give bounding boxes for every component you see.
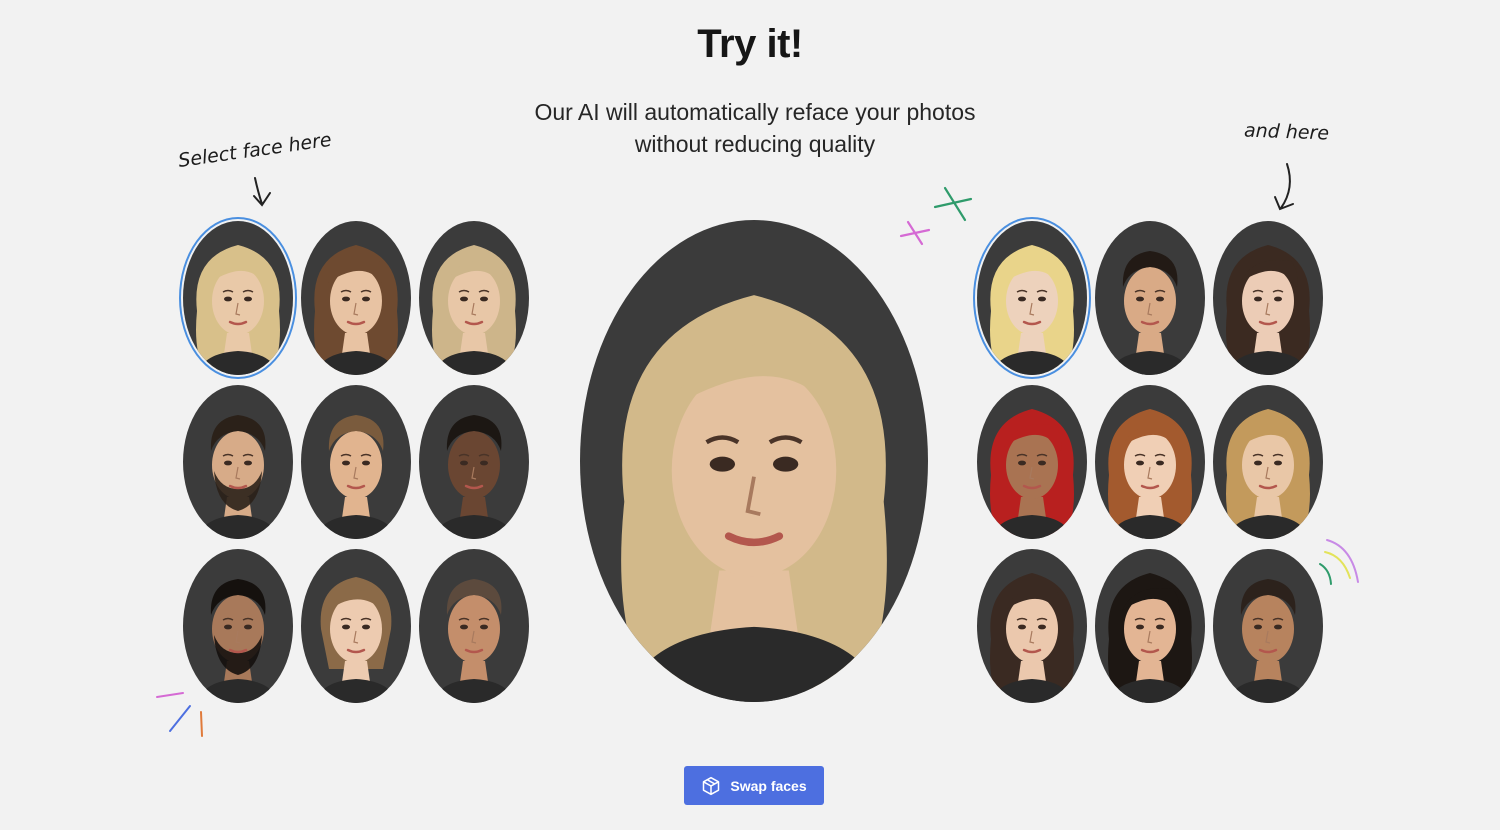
source-face-option[interactable]: [419, 385, 529, 539]
swap-faces-button[interactable]: Swap faces: [684, 766, 824, 805]
source-face-option[interactable]: [183, 221, 293, 375]
target-face-option[interactable]: [977, 549, 1087, 703]
result-face-preview: [580, 220, 928, 702]
swap-faces-label: Swap faces: [730, 777, 807, 794]
source-face-option[interactable]: [301, 549, 411, 703]
target-face-option[interactable]: [977, 385, 1087, 539]
source-face-grid: [183, 221, 529, 703]
sparkle-green-icon: [933, 186, 973, 222]
target-face-grid: [977, 221, 1323, 703]
sparkle-pink-icon: [899, 220, 931, 246]
target-face-option[interactable]: [977, 221, 1087, 375]
source-face-option[interactable]: [301, 385, 411, 539]
source-face-option[interactable]: [301, 221, 411, 375]
target-face-option[interactable]: [1213, 221, 1323, 375]
page-subtitle: Our AI will automatically reface your ph…: [534, 99, 976, 157]
target-face-option[interactable]: [1095, 221, 1205, 375]
sparkle-lines-right-icon: [1319, 539, 1359, 585]
source-face-option[interactable]: [419, 221, 529, 375]
arrow-down-left-icon: [253, 177, 271, 207]
target-face-option[interactable]: [1095, 385, 1205, 539]
source-face-option[interactable]: [419, 549, 529, 703]
select-face-hint: Select face here: [176, 128, 333, 172]
source-face-option[interactable]: [183, 549, 293, 703]
target-face-option[interactable]: [1213, 549, 1323, 703]
arrow-down-right-icon: [1274, 163, 1294, 211]
box-icon: [703, 776, 720, 795]
page-title: Try it!: [697, 22, 803, 66]
target-face-option[interactable]: [1095, 549, 1205, 703]
page: Try it! Our AI will automatically reface…: [0, 0, 1500, 830]
and-here-hint: and here: [1243, 119, 1330, 145]
source-face-option[interactable]: [183, 385, 293, 539]
target-face-option[interactable]: [1213, 385, 1323, 539]
